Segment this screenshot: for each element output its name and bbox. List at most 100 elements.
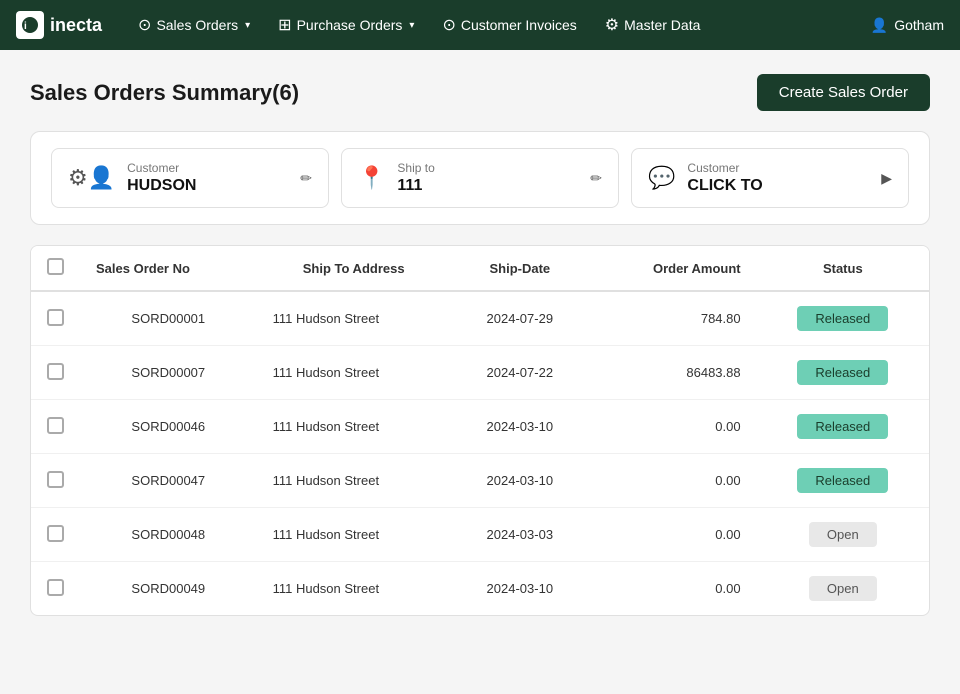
nav-item-sales-orders[interactable]: ⊙ Sales Orders ▾ bbox=[126, 9, 262, 41]
row-ship-date: 2024-03-10 bbox=[451, 454, 589, 508]
row-amount: 0.00 bbox=[589, 508, 757, 562]
arrow-right-icon[interactable]: ▶ bbox=[881, 170, 892, 187]
master-data-icon: ⚙ bbox=[605, 15, 619, 35]
sales-orders-icon: ⊙ bbox=[138, 15, 151, 35]
status-badge: Released bbox=[797, 360, 888, 385]
row-ship-to: 111 Hudson Street bbox=[257, 291, 451, 346]
row-checkbox-cell[interactable] bbox=[31, 400, 80, 454]
chevron-down-icon: ▾ bbox=[245, 20, 250, 31]
row-status: Released bbox=[757, 454, 929, 508]
row-checkbox[interactable] bbox=[47, 525, 64, 542]
customer-icon: ⚙👤 bbox=[68, 165, 115, 191]
row-ship-date: 2024-03-10 bbox=[451, 562, 589, 616]
edit-customer-icon[interactable]: ✏ bbox=[300, 170, 312, 187]
row-status: Open bbox=[757, 562, 929, 616]
status-badge: Released bbox=[797, 468, 888, 493]
row-ship-to: 111 Hudson Street bbox=[257, 400, 451, 454]
row-ship-to: 111 Hudson Street bbox=[257, 508, 451, 562]
row-amount: 784.80 bbox=[589, 291, 757, 346]
row-checkbox[interactable] bbox=[47, 579, 64, 596]
row-ship-date: 2024-03-10 bbox=[451, 400, 589, 454]
row-status: Open bbox=[757, 508, 929, 562]
table-row: SORD00047 111 Hudson Street 2024-03-10 0… bbox=[31, 454, 929, 508]
username: Gotham bbox=[894, 17, 944, 33]
col-ship-date: Ship-Date bbox=[451, 246, 589, 291]
orders-table: Sales Order No Ship To Address Ship-Date… bbox=[31, 246, 929, 615]
chevron-down-icon: ▾ bbox=[409, 20, 414, 31]
status-badge: Released bbox=[797, 414, 888, 439]
nav-item-purchase-orders[interactable]: ⊞ Purchase Orders ▾ bbox=[266, 9, 426, 41]
row-ship-to: 111 Hudson Street bbox=[257, 346, 451, 400]
table-row: SORD00007 111 Hudson Street 2024-07-22 8… bbox=[31, 346, 929, 400]
row-amount: 86483.88 bbox=[589, 346, 757, 400]
row-checkbox-cell[interactable] bbox=[31, 508, 80, 562]
filter-card-shipto[interactable]: 📍 Ship to 111 ✏ bbox=[341, 148, 619, 208]
row-order-id[interactable]: SORD00047 bbox=[80, 454, 257, 508]
nav-menu: ⊙ Sales Orders ▾ ⊞ Purchase Orders ▾ ⊙ C… bbox=[126, 9, 871, 41]
user-icon: 👤 bbox=[871, 17, 888, 34]
row-ship-date: 2024-03-03 bbox=[451, 508, 589, 562]
main-content: Sales Orders Summary(6) Create Sales Ord… bbox=[0, 50, 960, 640]
col-status: Status bbox=[757, 246, 929, 291]
row-ship-date: 2024-07-22 bbox=[451, 346, 589, 400]
filter-card-customer-label: Customer bbox=[127, 161, 288, 175]
row-checkbox[interactable] bbox=[47, 471, 64, 488]
user-menu[interactable]: 👤 Gotham bbox=[871, 17, 944, 34]
filter-card-customer[interactable]: ⚙👤 Customer HUDSON ✏ bbox=[51, 148, 329, 208]
location-icon: 📍 bbox=[358, 165, 385, 191]
filter-card-shipto-label: Ship to bbox=[397, 161, 578, 175]
table-body: SORD00001 111 Hudson Street 2024-07-29 7… bbox=[31, 291, 929, 615]
status-badge: Open bbox=[809, 522, 877, 547]
page-title: Sales Orders Summary(6) bbox=[30, 80, 299, 106]
col-ship-to-address: Ship To Address bbox=[257, 246, 451, 291]
navbar: i inecta ⊙ Sales Orders ▾ ⊞ Purchase Ord… bbox=[0, 0, 960, 50]
row-order-id[interactable]: SORD00046 bbox=[80, 400, 257, 454]
nav-label-purchase-orders: Purchase Orders bbox=[297, 17, 403, 33]
brand-icon: i bbox=[16, 11, 44, 39]
row-amount: 0.00 bbox=[589, 400, 757, 454]
filter-card-notes-label: Customer bbox=[687, 161, 869, 175]
row-checkbox[interactable] bbox=[47, 309, 64, 326]
col-checkbox bbox=[31, 246, 80, 291]
row-checkbox-cell[interactable] bbox=[31, 454, 80, 508]
edit-shipto-icon[interactable]: ✏ bbox=[590, 170, 602, 187]
status-badge: Released bbox=[797, 306, 888, 331]
table-header-row: Sales Order No Ship To Address Ship-Date… bbox=[31, 246, 929, 291]
nav-label-sales-orders: Sales Orders bbox=[156, 17, 238, 33]
row-order-id[interactable]: SORD00049 bbox=[80, 562, 257, 616]
nav-item-customer-invoices[interactable]: ⊙ Customer Invoices bbox=[430, 9, 588, 41]
row-checkbox[interactable] bbox=[47, 363, 64, 380]
row-status: Released bbox=[757, 291, 929, 346]
filter-card-notes-value: CLICK TO bbox=[687, 177, 869, 195]
filter-card-notes[interactable]: 💬 Customer CLICK TO ▶ bbox=[631, 148, 909, 208]
row-order-id[interactable]: SORD00048 bbox=[80, 508, 257, 562]
notes-icon: 💬 bbox=[648, 165, 675, 191]
brand-logo[interactable]: i inecta bbox=[16, 11, 102, 39]
table-row: SORD00046 111 Hudson Street 2024-03-10 0… bbox=[31, 400, 929, 454]
select-all-checkbox[interactable] bbox=[47, 258, 64, 275]
filter-card-notes-body: Customer CLICK TO bbox=[687, 161, 869, 195]
row-status: Released bbox=[757, 346, 929, 400]
page-header: Sales Orders Summary(6) Create Sales Ord… bbox=[30, 74, 930, 111]
col-sales-order-no: Sales Order No bbox=[80, 246, 257, 291]
table-row: SORD00048 111 Hudson Street 2024-03-03 0… bbox=[31, 508, 929, 562]
nav-label-master-data: Master Data bbox=[624, 17, 700, 33]
row-checkbox-cell[interactable] bbox=[31, 562, 80, 616]
filter-section: ⚙👤 Customer HUDSON ✏ 📍 Ship to 111 ✏ 💬 C… bbox=[30, 131, 930, 225]
row-ship-to: 111 Hudson Street bbox=[257, 562, 451, 616]
table-row: SORD00001 111 Hudson Street 2024-07-29 7… bbox=[31, 291, 929, 346]
row-checkbox-cell[interactable] bbox=[31, 291, 80, 346]
row-ship-date: 2024-07-29 bbox=[451, 291, 589, 346]
row-order-id[interactable]: SORD00001 bbox=[80, 291, 257, 346]
customer-invoices-icon: ⊙ bbox=[442, 15, 455, 35]
purchase-orders-icon: ⊞ bbox=[278, 15, 291, 35]
filter-card-customer-body: Customer HUDSON bbox=[127, 161, 288, 195]
nav-item-master-data[interactable]: ⚙ Master Data bbox=[593, 9, 713, 41]
row-order-id[interactable]: SORD00007 bbox=[80, 346, 257, 400]
row-checkbox[interactable] bbox=[47, 417, 64, 434]
filter-card-shipto-value: 111 bbox=[397, 177, 578, 195]
create-sales-order-button[interactable]: Create Sales Order bbox=[757, 74, 930, 111]
row-amount: 0.00 bbox=[589, 454, 757, 508]
filter-card-customer-value: HUDSON bbox=[127, 177, 288, 195]
row-checkbox-cell[interactable] bbox=[31, 346, 80, 400]
